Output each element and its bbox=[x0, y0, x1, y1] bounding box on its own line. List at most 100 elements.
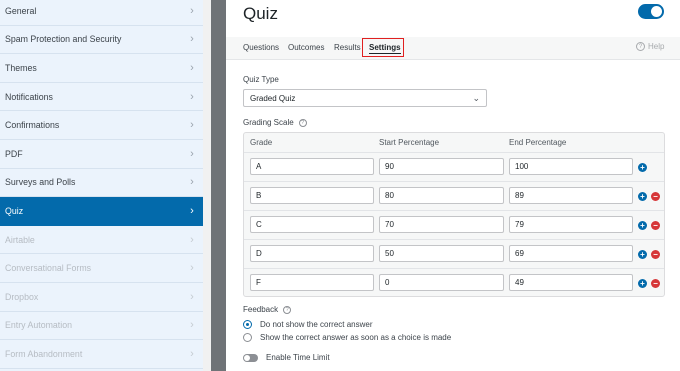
chevron-right-icon: › bbox=[190, 176, 194, 189]
sidebar-item-notifications[interactable]: Notifications › bbox=[0, 83, 203, 112]
sidebar-item-label: Form Abandonment bbox=[5, 348, 83, 359]
chevron-right-icon: › bbox=[190, 90, 194, 103]
radio-button[interactable] bbox=[243, 333, 252, 342]
quiz-type-label: Quiz Type bbox=[243, 75, 279, 84]
sidebar-item-themes[interactable]: Themes › bbox=[0, 54, 203, 83]
chevron-right-icon: › bbox=[190, 4, 194, 17]
info-icon[interactable]: ? bbox=[298, 118, 307, 127]
grade-input[interactable]: C bbox=[250, 216, 374, 233]
time-limit-label: Enable Time Limit bbox=[266, 353, 330, 362]
remove-row-icon[interactable]: − bbox=[651, 192, 660, 201]
sidebar-item-label: Conversational Forms bbox=[5, 263, 92, 274]
feedback-option-show[interactable]: Show the correct answer as soon as a cho… bbox=[243, 333, 451, 342]
table-row: B 80 89 + − bbox=[244, 181, 664, 210]
grade-input[interactable]: A bbox=[250, 158, 374, 175]
end-percentage-input[interactable]: 49 bbox=[509, 274, 633, 291]
sidebar-gutter bbox=[203, 0, 211, 371]
tab-results[interactable]: Results bbox=[334, 43, 361, 52]
chevron-right-icon: › bbox=[190, 290, 194, 303]
question-circle-icon: ? bbox=[636, 42, 645, 51]
add-row-icon[interactable]: + bbox=[638, 250, 647, 259]
chevron-right-icon: › bbox=[190, 119, 194, 132]
start-percentage-input[interactable]: 90 bbox=[379, 158, 504, 175]
chevron-right-icon: › bbox=[190, 319, 194, 332]
grading-scale-label-text: Grading Scale bbox=[243, 118, 294, 127]
end-percentage-input[interactable]: 100 bbox=[509, 158, 633, 175]
feedback-option-label: Show the correct answer as soon as a cho… bbox=[260, 333, 452, 342]
start-percentage-input[interactable]: 80 bbox=[379, 187, 504, 204]
sidebar-item-label: Quiz bbox=[5, 205, 24, 216]
feedback-label-text: Feedback bbox=[243, 305, 279, 314]
sidebar-item-pdf[interactable]: PDF › bbox=[0, 140, 203, 169]
quiz-type-label-text: Quiz Type bbox=[243, 75, 279, 84]
end-percentage-input[interactable]: 79 bbox=[509, 216, 633, 233]
sidebar-item-label: Surveys and Polls bbox=[5, 177, 76, 188]
settings-sidebar: General › Spam Protection and Security › The… bbox=[0, 0, 203, 371]
info-icon[interactable]: ? bbox=[283, 305, 292, 314]
table-row: D 50 69 + − bbox=[244, 239, 664, 268]
feedback-option-label: Do not show the correct answer bbox=[260, 320, 373, 329]
add-row-icon[interactable]: + bbox=[638, 192, 647, 201]
chevron-right-icon: › bbox=[190, 262, 194, 275]
feedback-option-hide[interactable]: Do not show the correct answer bbox=[243, 320, 373, 329]
sidebar-item-label: Notifications bbox=[5, 91, 53, 102]
sidebar-item-label: Confirmations bbox=[5, 120, 60, 131]
sidebar-item-conversational-forms[interactable]: Conversational Forms › bbox=[0, 254, 203, 283]
sidebar-item-quiz[interactable]: Quiz › bbox=[0, 197, 203, 226]
add-row-icon[interactable]: + bbox=[638, 221, 647, 230]
sidebar-item-label: Airtable bbox=[5, 234, 35, 245]
sidebar-item-general[interactable]: General › bbox=[0, 0, 203, 26]
help-link[interactable]: ? Help bbox=[636, 42, 664, 51]
sidebar-item-airtable[interactable]: Airtable › bbox=[0, 226, 203, 255]
add-row-icon[interactable]: + bbox=[638, 163, 647, 172]
sidebar-item-label: Spam Protection and Security bbox=[5, 34, 122, 45]
sidebar-item-label: Entry Automation bbox=[5, 320, 72, 331]
sidebar-item-label: Dropbox bbox=[5, 291, 39, 302]
main-panel: Quiz Questions Outcomes Results Settings… bbox=[226, 0, 680, 371]
sidebar-item-dropbox[interactable]: Dropbox › bbox=[0, 283, 203, 312]
chevron-right-icon: › bbox=[190, 33, 194, 46]
end-percentage-input[interactable]: 69 bbox=[509, 245, 633, 262]
chevron-right-icon: › bbox=[190, 61, 194, 74]
sidebar-item-form-abandonment[interactable]: Form Abandonment › bbox=[0, 340, 203, 369]
sidebar-item-entry-automation[interactable]: Entry Automation › bbox=[0, 312, 203, 341]
end-percentage-input[interactable]: 89 bbox=[509, 187, 633, 204]
sidebar-item-label: General bbox=[5, 5, 37, 16]
column-header-end: End Percentage bbox=[509, 138, 567, 147]
grading-scale-table: Grade Start Percentage End Percentage A9… bbox=[243, 132, 665, 297]
sidebar-item-confirmations[interactable]: Confirmations › bbox=[0, 111, 203, 140]
table-row: C 70 79 + − bbox=[244, 210, 664, 239]
chevron-right-icon: › bbox=[190, 204, 194, 217]
panel-divider bbox=[211, 0, 226, 371]
start-percentage-input[interactable]: 70 bbox=[379, 216, 504, 233]
start-percentage-input[interactable]: 50 bbox=[379, 245, 504, 262]
quiz-type-select[interactable]: Graded Quiz ⌄ bbox=[243, 89, 487, 107]
table-row: F 0 49 + − bbox=[244, 268, 664, 297]
chevron-down-icon: ⌄ bbox=[472, 93, 480, 103]
remove-row-icon[interactable]: − bbox=[651, 250, 660, 259]
settings-tab-highlight-box bbox=[362, 38, 404, 57]
grade-input[interactable]: B bbox=[250, 187, 374, 204]
chevron-right-icon: › bbox=[190, 233, 194, 246]
column-header-grade: Grade bbox=[250, 138, 273, 147]
column-header-start: Start Percentage bbox=[379, 138, 440, 147]
remove-row-icon[interactable]: − bbox=[651, 279, 660, 288]
sidebar-item-spam-protection-and-security[interactable]: Spam Protection and Security › bbox=[0, 26, 203, 55]
add-row-icon[interactable]: + bbox=[638, 279, 647, 288]
sidebar-item-label: Themes bbox=[5, 62, 37, 73]
grade-input[interactable]: D bbox=[250, 245, 374, 262]
time-limit-toggle[interactable] bbox=[243, 353, 258, 362]
tab-bar: Questions Outcomes Results Settings ? He… bbox=[226, 37, 680, 60]
chevron-right-icon: › bbox=[190, 347, 194, 360]
time-limit-row[interactable]: Enable Time Limit bbox=[243, 353, 330, 362]
quiz-enable-toggle[interactable] bbox=[638, 4, 664, 19]
radio-button[interactable] bbox=[243, 320, 252, 329]
tab-outcomes[interactable]: Outcomes bbox=[288, 43, 324, 52]
start-percentage-input[interactable]: 0 bbox=[379, 274, 504, 291]
table-row: A 90 100 + bbox=[244, 152, 664, 181]
sidebar-item-surveys-and-polls[interactable]: Surveys and Polls › bbox=[0, 169, 203, 198]
page-title: Quiz bbox=[243, 4, 278, 23]
remove-row-icon[interactable]: − bbox=[651, 221, 660, 230]
tab-questions[interactable]: Questions bbox=[243, 43, 279, 52]
grade-input[interactable]: F bbox=[250, 274, 374, 291]
